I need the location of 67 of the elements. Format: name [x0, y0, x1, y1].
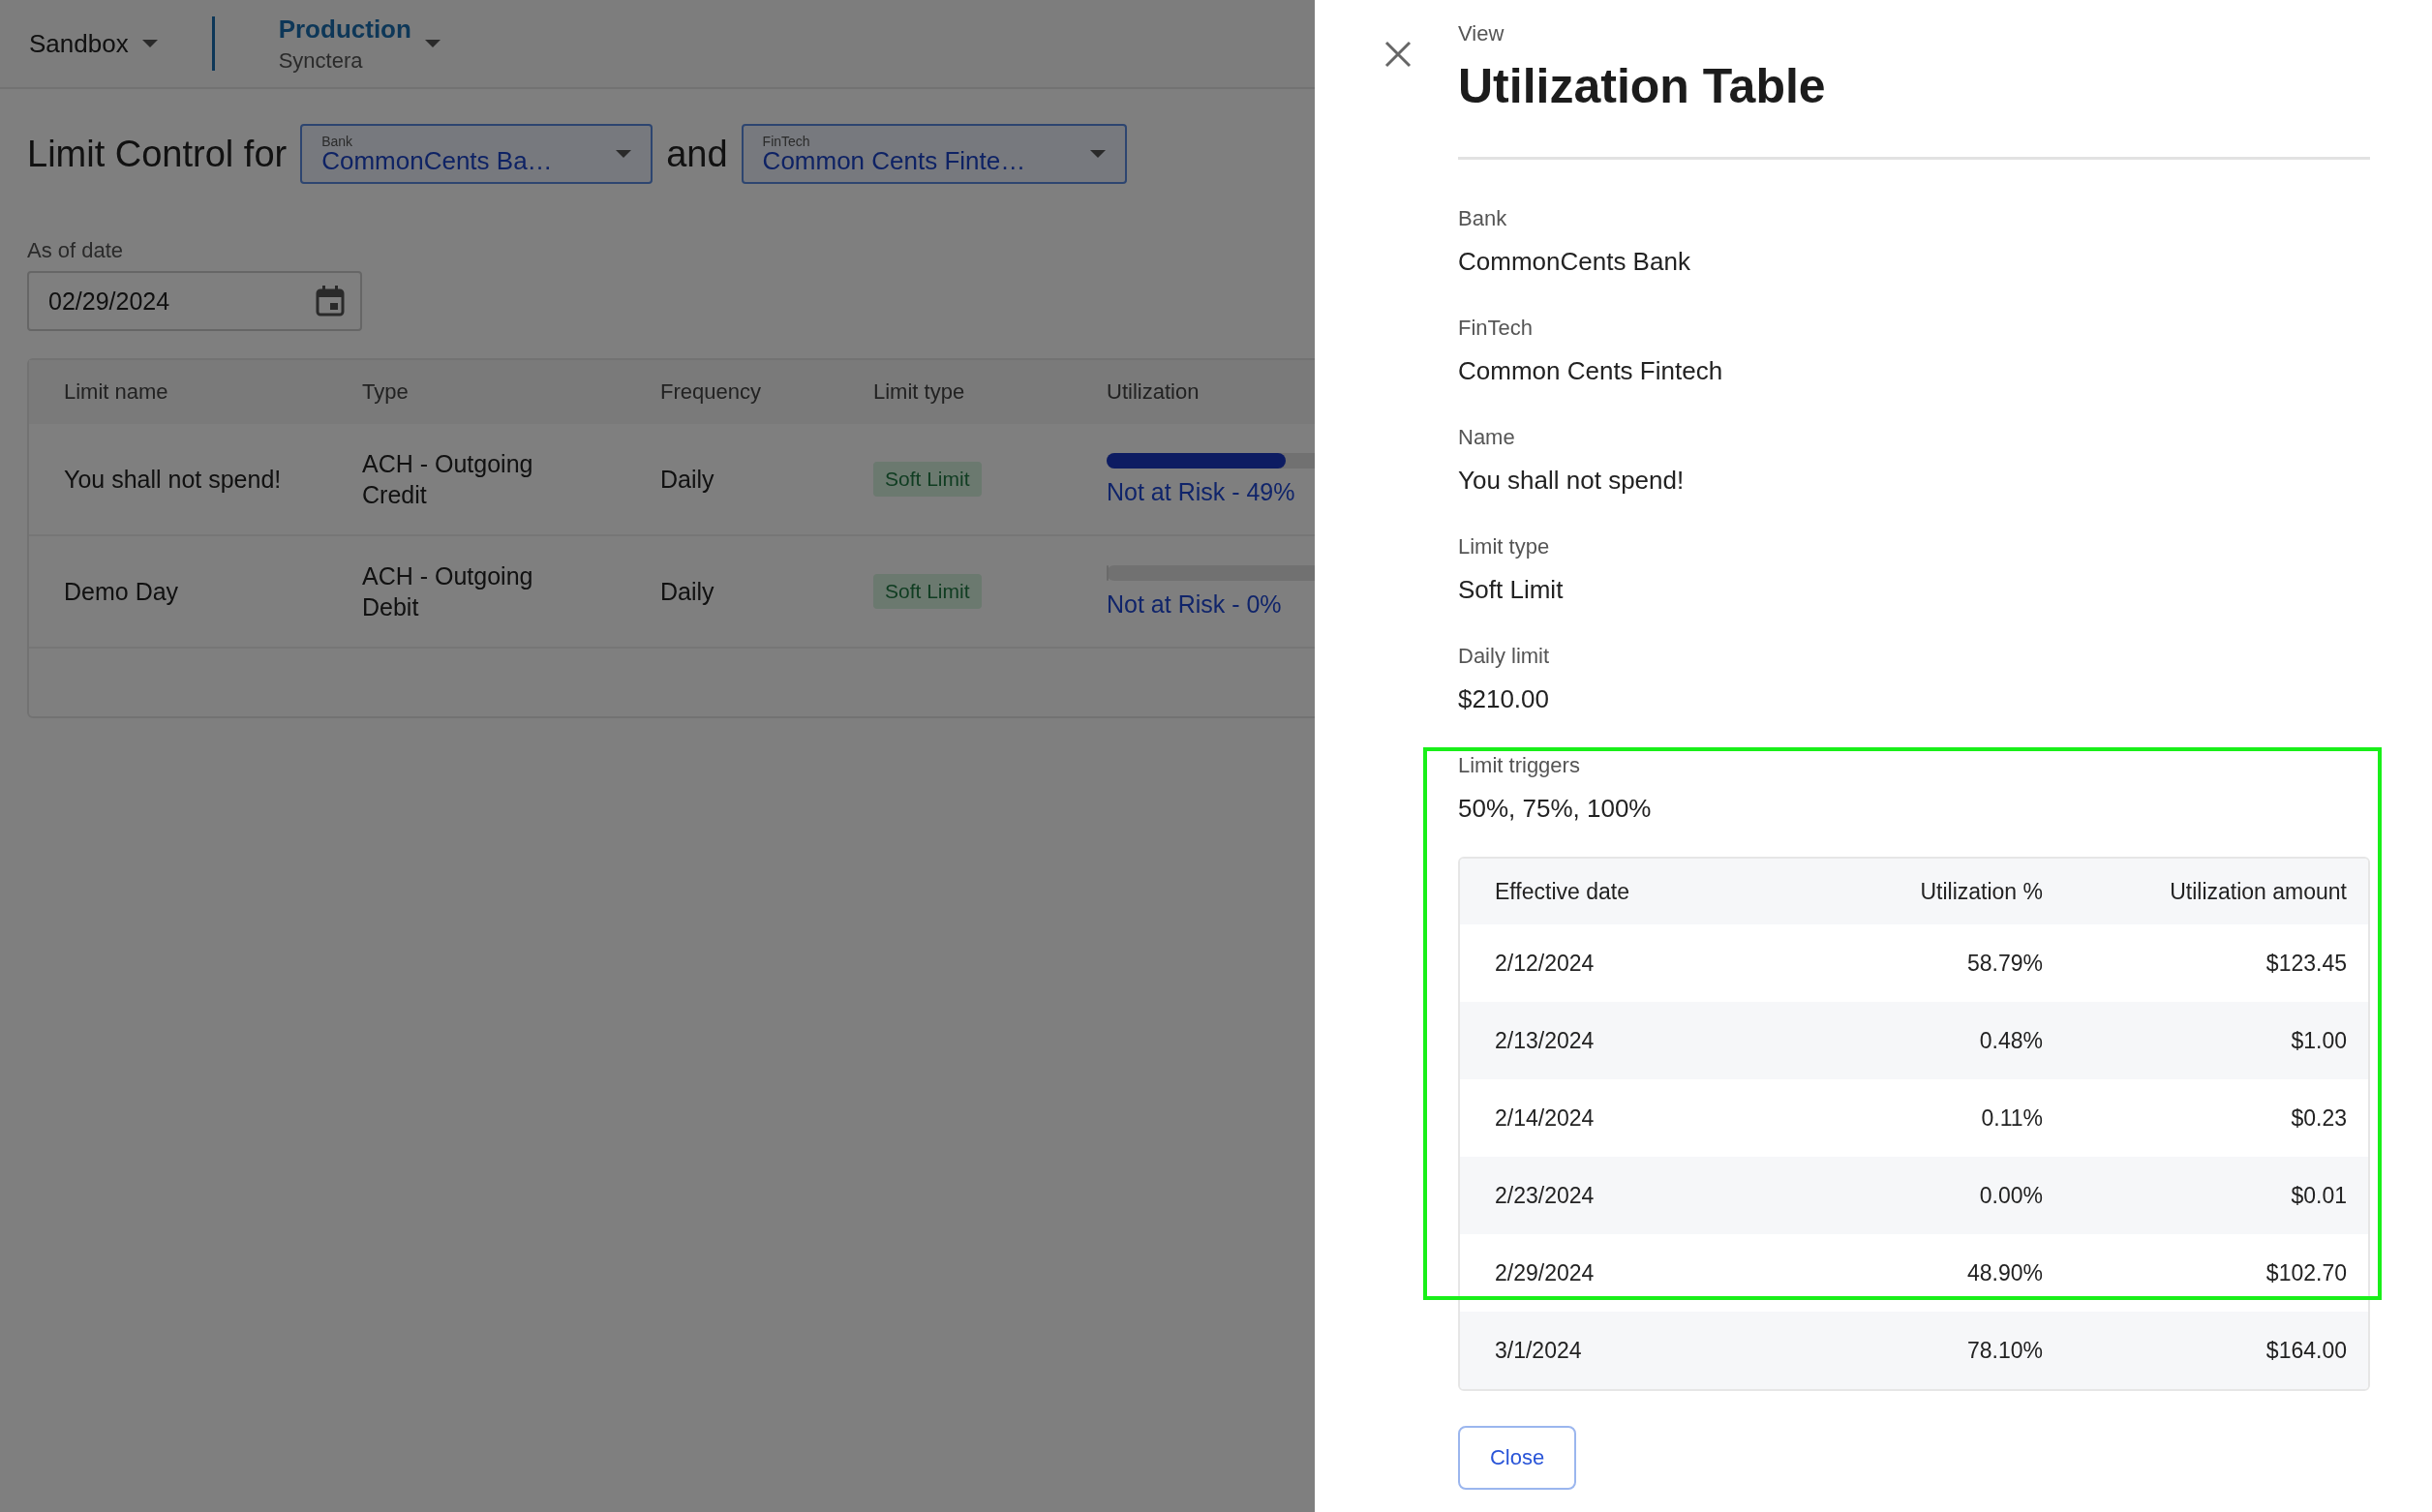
table-cell-text: 2/12/2024 — [1495, 950, 1596, 977]
close-button[interactable]: Close — [1458, 1426, 1576, 1490]
utilization-status: Not at Risk - 49% — [1107, 477, 1296, 506]
table-cell-text: 0.11% — [1980, 1104, 2043, 1132]
field-value: Common Cents Fintech — [1458, 356, 1724, 386]
caret-icon — [141, 40, 158, 47]
close-icon[interactable] — [1383, 39, 1414, 70]
page-title: Limit Control for — [27, 133, 288, 175]
table-cell-text: 2/14/2024 — [1495, 1104, 1596, 1132]
table-cell-text: 2/13/2024 — [1495, 1027, 1596, 1054]
table-cell-text: $123.45 — [2265, 950, 2347, 977]
table-cell-text: $102.70 — [2265, 1259, 2347, 1286]
caret-icon — [616, 150, 632, 158]
table-cell-text: Daily — [660, 465, 715, 495]
field-value: $210.00 — [1458, 684, 1550, 714]
drawer-title: Utilization Table — [1458, 58, 1827, 114]
column-header: Utilization amount — [2169, 878, 2347, 905]
table-cell-text: $0.23 — [2290, 1104, 2347, 1132]
column-header: Utilization % — [1919, 878, 2043, 905]
joiner-text: and — [666, 133, 728, 175]
calendar-icon[interactable] — [316, 286, 345, 317]
table-cell-text: 58.79% — [1966, 950, 2043, 977]
limit-type-badge: Soft Limit — [873, 574, 982, 609]
field-label: Limit triggers — [1458, 753, 1581, 778]
column-header: Limit type — [873, 379, 966, 405]
table-cell-text: 2/29/2024 — [1495, 1259, 1596, 1286]
table-cell-text: $0.01 — [2290, 1182, 2347, 1209]
org-subtitle: Synctera — [278, 47, 364, 74]
table-cell-text: 2/23/2024 — [1495, 1182, 1596, 1209]
caret-icon — [424, 40, 441, 47]
table-cell-text: You shall not spend! — [64, 465, 283, 495]
table-cell-text: $164.00 — [2265, 1337, 2347, 1364]
table-cell-text: 3/1/2024 — [1495, 1337, 1583, 1364]
column-header: Effective date — [1495, 878, 1630, 905]
column-header: Utilization — [1107, 379, 1201, 405]
table-cell-text: 0.48% — [1978, 1027, 2043, 1054]
field-label: Bank — [1458, 206, 1508, 231]
utilization-status: Not at Risk - 0% — [1107, 590, 1283, 619]
field-label: Daily limit — [1458, 644, 1551, 669]
column-header: Limit name — [64, 379, 169, 405]
field-value: You shall not spend! — [1458, 466, 1686, 496]
field-label: Limit type — [1458, 534, 1551, 559]
date-label: As of date — [26, 237, 125, 264]
table-cell-text: 78.10% — [1966, 1337, 2043, 1364]
date-field[interactable]: 02/29/2024 — [27, 271, 362, 331]
table-cell-text: ACH - Outgoing Debit — [362, 561, 534, 622]
limit-type-badge: Soft Limit — [873, 462, 982, 497]
caret-icon — [1089, 150, 1106, 158]
table-cell-text: $1.00 — [2290, 1027, 2347, 1054]
table-cell-text: Demo Day — [64, 577, 180, 607]
table-cell-text: ACH - Outgoing Credit — [362, 449, 534, 510]
environment-dropdown[interactable]: Sandbox — [29, 28, 158, 59]
field-value: Soft Limit — [1458, 575, 1565, 605]
drawer-eyebrow: View — [1458, 21, 1505, 46]
table-cell-text: Daily — [660, 577, 715, 607]
field-label: Name — [1458, 425, 1516, 450]
org-name: Production — [278, 14, 411, 45]
column-header: Frequency — [660, 379, 762, 405]
field-label: FinTech — [1458, 316, 1535, 341]
field-value: 50%, 75%, 100% — [1458, 794, 1653, 824]
field-value: CommonCents Bank — [1458, 247, 1691, 277]
bank-select[interactable]: Bank CommonCents Ba… — [300, 124, 654, 184]
table-cell-text: 0.00% — [1978, 1182, 2043, 1209]
table-cell-text: 48.90% — [1966, 1259, 2043, 1286]
column-header: Type — [362, 379, 410, 405]
organization-dropdown[interactable]: Production Synctera — [278, 14, 441, 74]
fintech-select[interactable]: FinTech Common Cents Finte… — [741, 124, 1127, 184]
